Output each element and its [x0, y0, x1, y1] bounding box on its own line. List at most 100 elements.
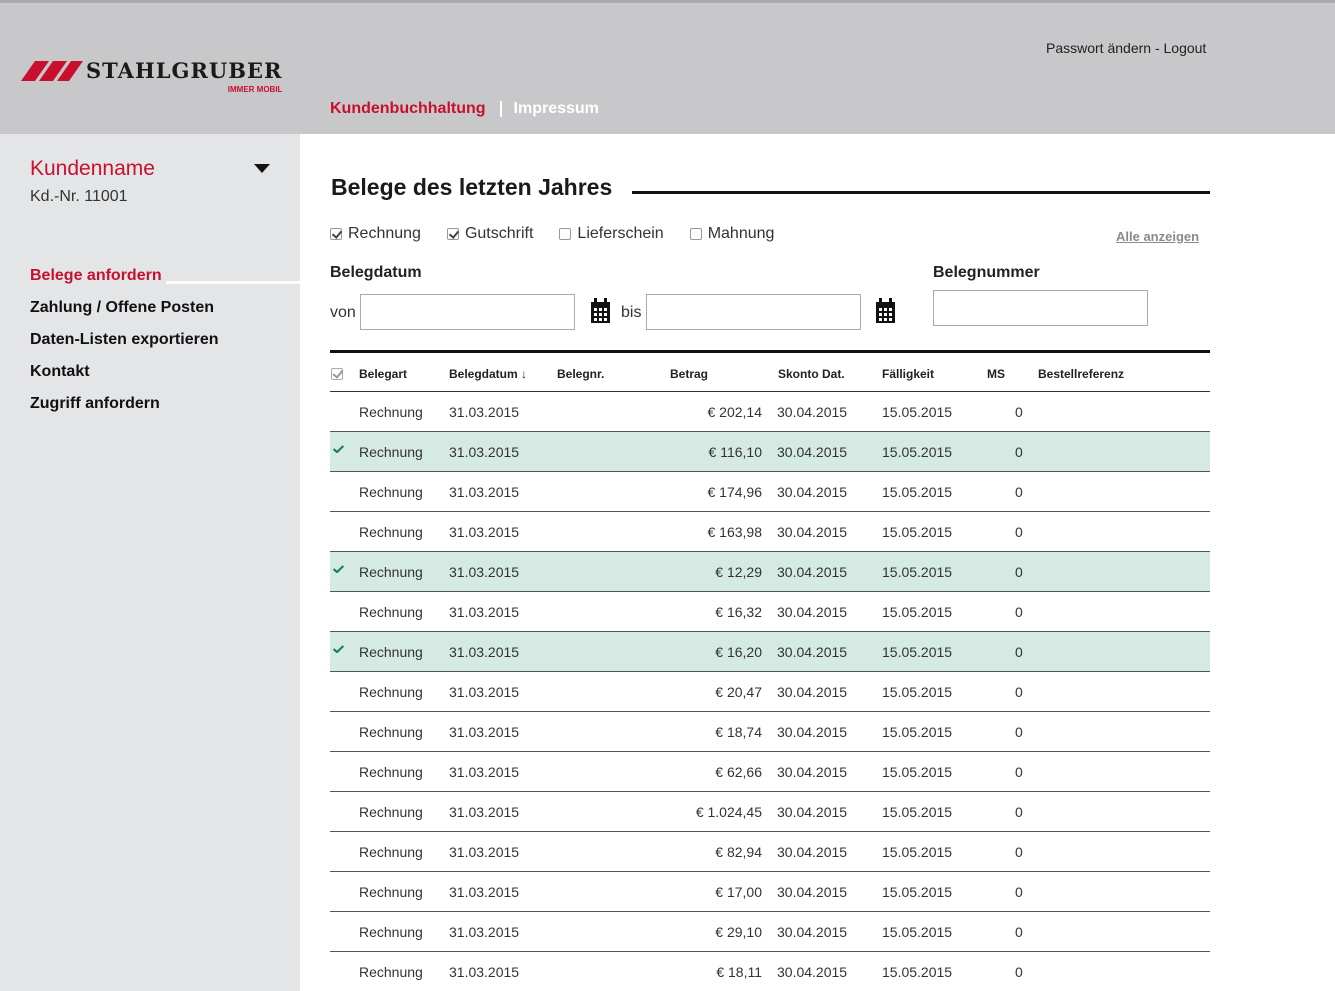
belegnummer-input[interactable] — [933, 290, 1148, 326]
nav-impressum[interactable]: Impressum — [514, 100, 599, 118]
cell-betrag: € 163,98 — [707, 524, 763, 540]
cell-betrag: € 20,47 — [715, 684, 762, 700]
main-nav: Kundenbuchhaltung Impressum — [330, 100, 599, 118]
cell-ms: 0 — [1015, 564, 1023, 580]
from-label: von — [330, 304, 356, 321]
checkmark-icon — [332, 445, 345, 453]
belegnummer-label: Belegnummer — [933, 264, 1040, 281]
filter-gutschrift[interactable]: Gutschrift — [446, 225, 533, 243]
sidebar-menu: Belege anfordern Zahlung / Offene Posten… — [30, 267, 218, 427]
checkmark-icon — [332, 565, 345, 573]
table-row[interactable]: Rechnung 31.03.2015 € 62,66 30.04.2015 15.05… — [330, 752, 1210, 792]
calendar-icon[interactable] — [590, 298, 611, 324]
table-row[interactable]: Rechnung 31.03.2015 € 163,98 30.04.2015 15.0… — [330, 512, 1210, 552]
checkbox-mahnung[interactable] — [689, 228, 702, 240]
table-row[interactable]: Rechnung 31.03.2015 € 18,11 30.04.2015 15.05… — [330, 952, 1210, 991]
cell-belegdatum: 31.03.2015 — [449, 884, 520, 900]
date-to-input[interactable] — [646, 294, 861, 330]
checkbox-lieferschein[interactable] — [559, 228, 572, 240]
cell-faelligkeit: 15.05.2015 — [882, 804, 953, 820]
checkbox-gutschrift[interactable] — [446, 228, 459, 240]
cell-skonto: 30.04.2015 — [777, 484, 848, 500]
cell-skonto: 30.04.2015 — [777, 764, 848, 780]
cell-skonto: 30.04.2015 — [777, 564, 848, 580]
cell-faelligkeit: 15.05.2015 — [882, 724, 953, 740]
cell-belegart: Rechnung — [359, 764, 423, 780]
sidebar-item-kontakt[interactable]: Kontakt — [30, 363, 218, 395]
filter-mahnung[interactable]: Mahnung — [689, 225, 774, 243]
cell-faelligkeit: 15.05.2015 — [882, 484, 953, 500]
cell-skonto: 30.04.2015 — [777, 884, 848, 900]
calendar-icon[interactable] — [875, 298, 896, 324]
col-ms[interactable]: MS — [987, 367, 1005, 381]
cell-belegart: Rechnung — [359, 404, 423, 420]
table-row[interactable]: Rechnung 31.03.2015 € 82,94 30.04.2015 15.05… — [330, 832, 1210, 872]
cell-belegart: Rechnung — [359, 564, 423, 580]
cell-belegdatum: 31.03.2015 — [449, 444, 520, 460]
table-row[interactable]: Rechnung 31.03.2015 € 29,10 30.04.2015 15.05… — [330, 912, 1210, 952]
cell-betrag: € 18,11 — [716, 964, 762, 980]
caret-down-icon[interactable] — [254, 164, 270, 173]
customer-name: Kundenname — [30, 157, 155, 180]
sidebar-item-belege-anfordern[interactable]: Belege anfordern — [30, 267, 218, 299]
sidebar-item-zugriff[interactable]: Zugriff anfordern — [30, 395, 218, 427]
col-belegnr[interactable]: Belegnr. — [557, 367, 604, 381]
cell-betrag: € 202,14 — [707, 404, 763, 420]
table-row[interactable]: Rechnung 31.03.2015 € 20,47 30.04.2015 15.05… — [330, 672, 1210, 712]
table-row[interactable]: Rechnung 31.03.2015 € 12,29 30.04.2015 15.05… — [330, 552, 1210, 592]
title-rule — [632, 191, 1210, 194]
col-betrag[interactable]: Betrag — [670, 367, 708, 381]
cell-betrag: € 18,74 — [715, 724, 762, 740]
cell-faelligkeit: 15.05.2015 — [882, 644, 953, 660]
nav-kundenbuchhaltung[interactable]: Kundenbuchhaltung — [330, 100, 486, 118]
table-row[interactable]: Rechnung 31.03.2015 € 17,00 30.04.2015 15.05… — [330, 872, 1210, 912]
cell-belegart: Rechnung — [359, 484, 423, 500]
col-faelligkeit[interactable]: Fälligkeit — [882, 367, 934, 381]
cell-skonto: 30.04.2015 — [777, 844, 848, 860]
cell-betrag: € 29,10 — [715, 924, 762, 940]
cell-ms: 0 — [1015, 444, 1023, 460]
cell-ms: 0 — [1015, 684, 1023, 700]
checkbox-rechnung[interactable] — [330, 228, 342, 240]
cell-belegdatum: 31.03.2015 — [449, 804, 520, 820]
table-row[interactable]: Rechnung 31.03.2015 € 174,96 30.04.2015 15.0… — [330, 472, 1210, 512]
cell-belegart: Rechnung — [359, 724, 423, 740]
cell-skonto: 30.04.2015 — [777, 604, 848, 620]
date-from-input[interactable] — [360, 294, 575, 330]
cell-ms: 0 — [1015, 524, 1023, 540]
filter-lieferschein[interactable]: Lieferschein — [559, 225, 664, 243]
cell-faelligkeit: 15.05.2015 — [882, 844, 953, 860]
stahlgruber-logo[interactable]: STAHLGRUBER IMMER MOBIL — [20, 59, 282, 94]
logo-mark — [20, 61, 84, 85]
col-skonto[interactable]: Skonto Dat. — [778, 367, 845, 381]
show-all-link[interactable]: Alle anzeigen — [1116, 229, 1199, 244]
cell-belegart: Rechnung — [359, 684, 423, 700]
col-belegart[interactable]: Belegart — [359, 367, 407, 381]
sidebar-item-zahlung[interactable]: Zahlung / Offene Posten — [30, 299, 218, 331]
table-row[interactable]: Rechnung 31.03.2015 € 116,10 30.04.2015 15.0… — [330, 432, 1210, 472]
cell-faelligkeit: 15.05.2015 — [882, 764, 953, 780]
cell-belegdatum: 31.03.2015 — [449, 844, 520, 860]
cell-belegdatum: 31.03.2015 — [449, 604, 520, 620]
page-title: Belege des letzten Jahres — [331, 174, 613, 200]
to-label: bis — [621, 304, 642, 321]
filter-lieferschein-label: Lieferschein — [577, 225, 664, 242]
cell-ms: 0 — [1015, 644, 1023, 660]
table-row[interactable]: Rechnung 31.03.2015 € 16,32 30.04.2015 15.05… — [330, 592, 1210, 632]
cell-ms: 0 — [1015, 924, 1023, 940]
table-row[interactable]: Rechnung 31.03.2015 € 18,74 30.04.2015 15.05… — [330, 712, 1210, 752]
col-bestellreferenz[interactable]: Bestellreferenz — [1038, 367, 1124, 381]
account-links[interactable]: Passwort ändern - Logout — [1046, 40, 1206, 56]
cell-ms: 0 — [1015, 964, 1023, 980]
table-row[interactable]: Rechnung 31.03.2015 € 1.024,45 30.04.2015 15… — [330, 792, 1210, 832]
filter-rechnung[interactable]: Rechnung — [330, 225, 421, 243]
sidebar-item-daten-listen[interactable]: Daten-Listen exportieren — [30, 331, 218, 363]
col-belegdatum[interactable]: Belegdatum ↓ — [449, 367, 527, 381]
logo-tagline: IMMER MOBIL — [227, 85, 283, 94]
table-row[interactable]: Rechnung 31.03.2015 € 16,20 30.04.2015 15.05… — [330, 632, 1210, 672]
cell-betrag: € 1.024,45 — [695, 804, 762, 820]
cell-betrag: € 16,32 — [715, 604, 762, 620]
cell-skonto: 30.04.2015 — [777, 964, 848, 980]
table-row[interactable]: Rechnung 31.03.2015 € 202,14 30.04.2015 15.0… — [330, 392, 1210, 432]
select-all-checkbox[interactable] — [331, 368, 343, 380]
